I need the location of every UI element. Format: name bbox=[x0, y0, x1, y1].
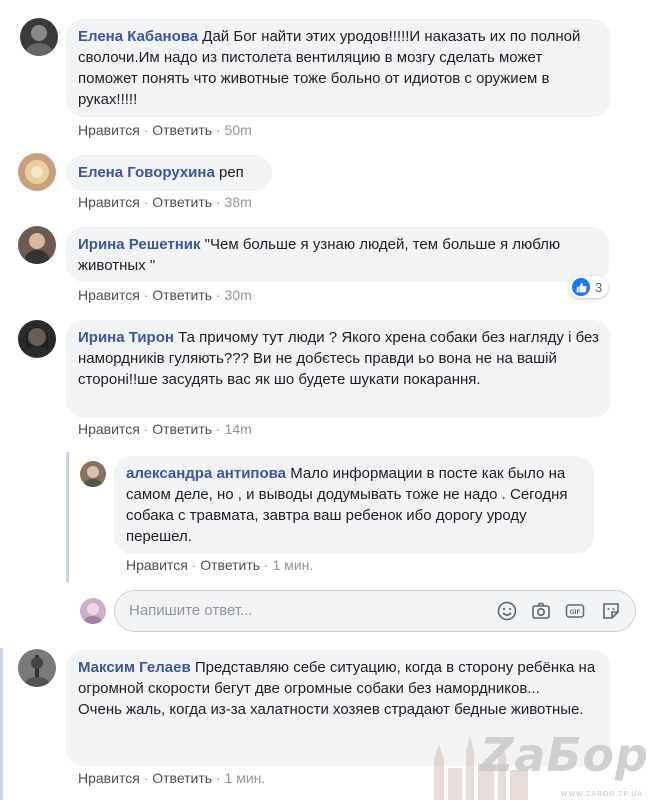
separator: · bbox=[215, 194, 221, 210]
comment-bubble: Елена Говорухина реп bbox=[66, 155, 272, 191]
reaction-count[interactable]: 3 bbox=[569, 276, 609, 298]
avatar[interactable] bbox=[18, 320, 56, 358]
thread-line bbox=[0, 648, 3, 800]
comment-author[interactable]: Максим Гелаев bbox=[78, 659, 191, 676]
avatar[interactable] bbox=[20, 18, 58, 56]
comment-author[interactable]: Ирина Тирон bbox=[78, 329, 174, 346]
avatar[interactable] bbox=[80, 461, 106, 487]
separator: · bbox=[215, 122, 221, 138]
separator: · bbox=[143, 287, 149, 303]
like-link[interactable]: Нравится bbox=[78, 287, 140, 303]
reply-link[interactable]: Ответить bbox=[152, 194, 212, 210]
comment-time[interactable]: 1 мин. bbox=[273, 557, 314, 573]
sticker-icon[interactable] bbox=[600, 600, 622, 622]
comment-time[interactable]: 50m bbox=[225, 122, 252, 138]
reply-thread-line bbox=[66, 452, 69, 582]
avatar-image bbox=[25, 655, 49, 687]
avatar-image bbox=[26, 25, 52, 56]
comment-author[interactable]: Елена Говорухина bbox=[78, 164, 215, 181]
comment-actions: Нравится · Ответить · 1 мин. bbox=[78, 770, 265, 786]
avatar[interactable] bbox=[18, 226, 56, 264]
separator: · bbox=[191, 557, 197, 573]
reply-placeholder: Напишите ответ... bbox=[129, 602, 253, 619]
separator: · bbox=[143, 194, 149, 210]
avatar-image bbox=[84, 466, 102, 487]
avatar[interactable] bbox=[18, 153, 56, 191]
separator: · bbox=[143, 421, 149, 437]
separator: · bbox=[143, 122, 149, 138]
current-user-avatar bbox=[80, 598, 106, 624]
gif-icon[interactable]: GIF bbox=[564, 600, 586, 622]
reply-input[interactable]: Напишите ответ... GIF bbox=[114, 590, 636, 632]
like-link[interactable]: Нравится bbox=[78, 122, 140, 138]
comment-time[interactable]: 1 мин. bbox=[225, 770, 266, 786]
like-link[interactable]: Нравится bbox=[78, 421, 140, 437]
comment-author[interactable]: Ирина Решетник bbox=[78, 236, 201, 253]
reply-link[interactable]: Ответить bbox=[152, 122, 212, 138]
reply-link[interactable]: Ответить bbox=[152, 770, 212, 786]
comment-actions: Нравится · Ответить · 30m bbox=[78, 287, 252, 303]
comment-actions: Нравится · Ответить · 14m bbox=[78, 421, 252, 437]
comment-text: Очень жаль, когда из-за халатности хозяе… bbox=[78, 701, 584, 718]
separator: · bbox=[143, 770, 149, 786]
reply-link[interactable]: Ответить bbox=[152, 287, 212, 303]
comment-time[interactable]: 38m bbox=[225, 194, 252, 210]
comment-text: реп bbox=[218, 164, 244, 181]
watermark-logo: ZaБор WWW.ZABOR.ZP.UA bbox=[428, 722, 655, 800]
comment-actions: Нравится · Ответить · 50m bbox=[78, 122, 252, 138]
comment-author[interactable]: Елена Кабанова bbox=[78, 28, 198, 45]
comment-bubble: Ирина Решетник "Чем больше я узнаю людей… bbox=[66, 227, 609, 282]
avatar-image bbox=[26, 327, 48, 350]
emoji-icon[interactable] bbox=[496, 600, 518, 622]
separator: · bbox=[263, 557, 269, 573]
comment-bubble: Елена Кабанова Дай Бог найти этих уродов… bbox=[66, 19, 611, 117]
separator: · bbox=[215, 287, 221, 303]
separator: · bbox=[215, 421, 221, 437]
like-link[interactable]: Нравится bbox=[78, 194, 140, 210]
avatar-image bbox=[84, 603, 102, 624]
comment-time[interactable]: 14m bbox=[225, 421, 252, 437]
svg-text:GIF: GIF bbox=[570, 609, 581, 616]
comment-actions: Нравится · Ответить · 38m bbox=[78, 194, 252, 210]
watermark-url: WWW.ZABOR.ZP.UA bbox=[560, 791, 643, 798]
like-link[interactable]: Нравится bbox=[78, 770, 140, 786]
separator: · bbox=[215, 770, 221, 786]
avatar-image bbox=[25, 233, 49, 264]
comment-actions: Нравится · Ответить · 1 мин. bbox=[126, 557, 313, 573]
reply-link[interactable]: Ответить bbox=[200, 557, 260, 573]
avatar[interactable] bbox=[18, 649, 56, 687]
like-reaction-icon bbox=[572, 278, 590, 296]
camera-icon[interactable] bbox=[530, 600, 552, 622]
reaction-number: 3 bbox=[595, 279, 603, 295]
reply-link[interactable]: Ответить bbox=[152, 421, 212, 437]
avatar-image bbox=[25, 160, 49, 184]
watermark-text: ZaБор bbox=[480, 728, 649, 782]
comment-time[interactable]: 30m bbox=[225, 287, 252, 303]
comment-author[interactable]: александра антипова bbox=[126, 465, 286, 482]
comment-bubble: александра антипова Мало информации в по… bbox=[114, 456, 594, 554]
like-link[interactable]: Нравится bbox=[126, 557, 188, 573]
comment-bubble: Ирина Тирон Та причому тут люди ? Якого … bbox=[66, 320, 611, 418]
